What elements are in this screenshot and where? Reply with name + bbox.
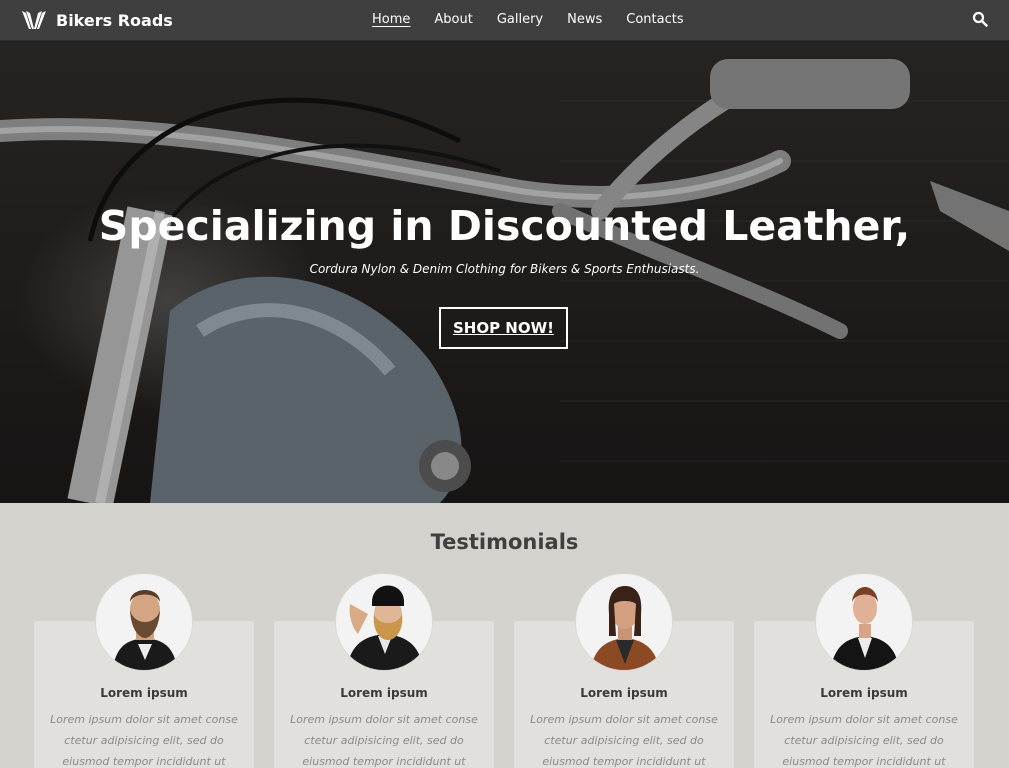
woman-beanie-avatar	[335, 573, 433, 671]
hero-banner: Specializing in Discounted Leather, Cord…	[0, 41, 1009, 503]
nav-link-home[interactable]: Home	[372, 12, 410, 28]
nav-link-gallery[interactable]: Gallery	[497, 12, 543, 28]
nav-link-news[interactable]: News	[567, 12, 602, 28]
top-navbar: Bikers Roads Home About Gallery News Con…	[0, 0, 1009, 41]
main-nav: Home About Gallery News Contacts	[372, 12, 708, 28]
woman-brown-jacket-avatar	[575, 573, 673, 671]
brand-logo[interactable]: Bikers Roads	[20, 9, 173, 31]
testimonial-text: Lorem ipsum dolor sit amet conse ctetur …	[50, 713, 238, 768]
bearded-man-avatar	[95, 573, 193, 671]
woman-black-jacket-avatar	[815, 573, 913, 671]
testimonials-title: Testimonials	[430, 530, 579, 554]
testimonial-name: Lorem ipsum	[100, 686, 188, 700]
testimonial-name: Lorem ipsum	[820, 686, 908, 700]
nav-link-about[interactable]: About	[434, 12, 472, 28]
hero-title: Specializing in Discounted Leather,	[98, 202, 911, 250]
search-icon[interactable]	[972, 11, 988, 27]
testimonial-text: Lorem ipsum dolor sit amet conse ctetur …	[290, 713, 478, 768]
shop-now-button[interactable]: SHOP NOW!	[439, 307, 568, 349]
testimonial-text: Lorem ipsum dolor sit amet conse ctetur …	[530, 713, 718, 768]
testimonial-name: Lorem ipsum	[580, 686, 668, 700]
wing-logo-icon	[22, 11, 46, 29]
testimonial-name: Lorem ipsum	[340, 686, 428, 700]
nav-link-contacts[interactable]: Contacts	[626, 12, 683, 28]
brand-name: Bikers Roads	[56, 10, 173, 30]
testimonial-text: Lorem ipsum dolor sit amet conse ctetur …	[770, 713, 958, 768]
hero-subtitle: Cordura Nylon & Denim Clothing for Biker…	[309, 262, 700, 276]
